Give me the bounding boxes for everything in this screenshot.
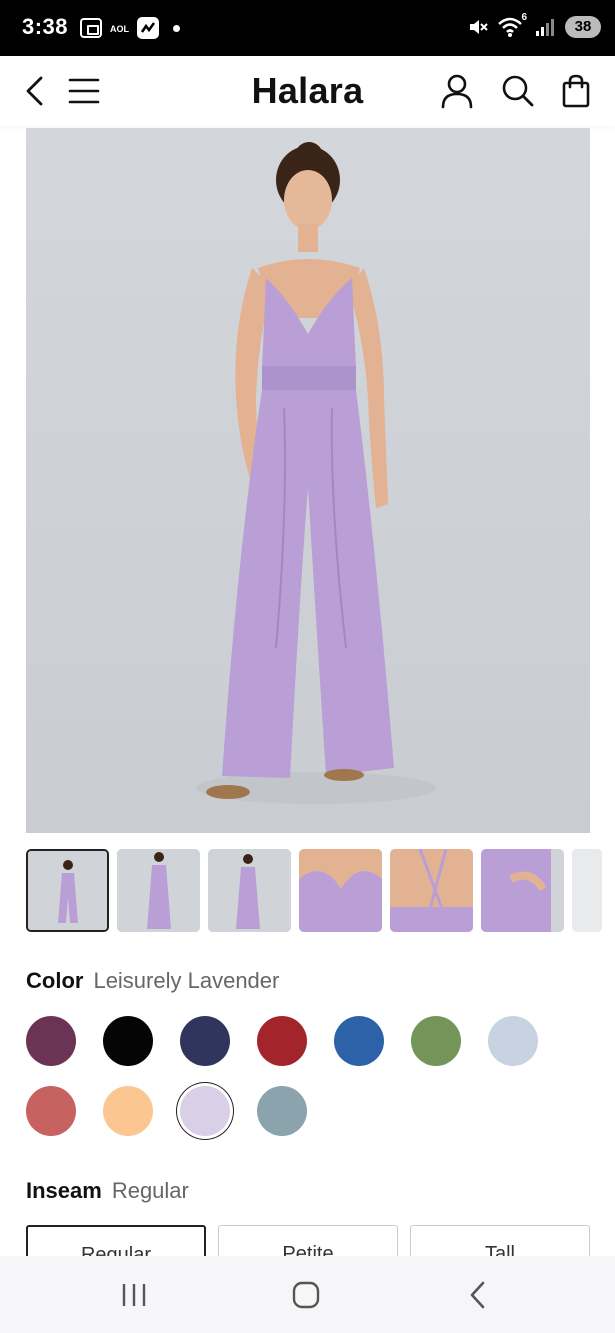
thumbnail-image [28,851,107,930]
screenshot-icon [80,18,102,38]
color-swatch[interactable] [180,1086,230,1136]
color-swatch[interactable] [103,1086,153,1136]
color-swatch[interactable] [334,1016,384,1066]
color-swatch[interactable] [180,1016,230,1066]
wifi-generation-label: 6 [521,12,527,23]
color-swatch[interactable] [103,1016,153,1066]
thumbnail-image [208,849,291,932]
search-icon [502,75,534,107]
color-heading: Color Leisurely Lavender [26,968,279,994]
thumbnail-image [572,849,602,932]
recent-apps-icon [122,1284,146,1306]
notification-dot-icon [173,24,180,32]
account-button[interactable] [436,70,478,112]
thumbnail-3[interactable] [208,849,291,932]
mute-icon [470,20,488,34]
thumbnail-image [390,849,473,932]
color-swatch[interactable] [257,1016,307,1066]
thumbnail-1[interactable] [26,849,109,932]
thumbnail-5[interactable] [390,849,473,932]
status-time: 3:38 [22,14,69,39]
color-swatch[interactable] [26,1086,76,1136]
thumbnail-image [117,849,200,932]
aol-icon: AOL [110,24,129,34]
account-icon [441,74,473,109]
shopping-bag-icon [562,74,590,108]
status-notification-icons: AOL [80,17,180,39]
color-swatch[interactable] [26,1016,76,1066]
thumbnail-2[interactable] [117,849,200,932]
system-back-button[interactable] [458,1278,498,1312]
status-system-icons: 6 38 [467,12,601,38]
color-swatch[interactable] [257,1086,307,1136]
selected-color-name: Leisurely Lavender [93,968,280,993]
home-icon [292,1281,320,1309]
thumbnail-strip[interactable] [26,849,615,933]
cart-button[interactable] [555,70,597,112]
status-bar: 3:38 AOL 6 38 [0,0,615,56]
thumbnail-image [299,849,382,932]
inseam-label: Inseam [26,1178,102,1203]
product-main-image[interactable] [26,128,590,833]
color-label: Color [26,968,84,993]
thumbnail-image [481,849,564,932]
recent-apps-button[interactable] [114,1278,154,1312]
color-swatch[interactable] [411,1016,461,1066]
model-figure [196,142,436,804]
system-nav-bar [0,1256,615,1333]
inseam-heading: Inseam Regular [26,1178,189,1204]
selected-inseam: Regular [111,1178,189,1203]
thumbnail-7[interactable] [572,849,602,932]
color-swatch[interactable] [488,1016,538,1066]
wifi-icon: 6 [497,12,527,38]
back-icon [470,1281,485,1309]
thumbnail-4[interactable] [299,849,382,932]
search-button[interactable] [497,70,539,112]
battery-indicator: 38 [565,16,601,38]
thumbnail-6[interactable] [481,849,564,932]
cell-signal-icon [536,19,554,36]
home-button[interactable] [286,1278,326,1312]
app-header: Halara [0,56,615,126]
app-notification-icon [137,17,159,39]
